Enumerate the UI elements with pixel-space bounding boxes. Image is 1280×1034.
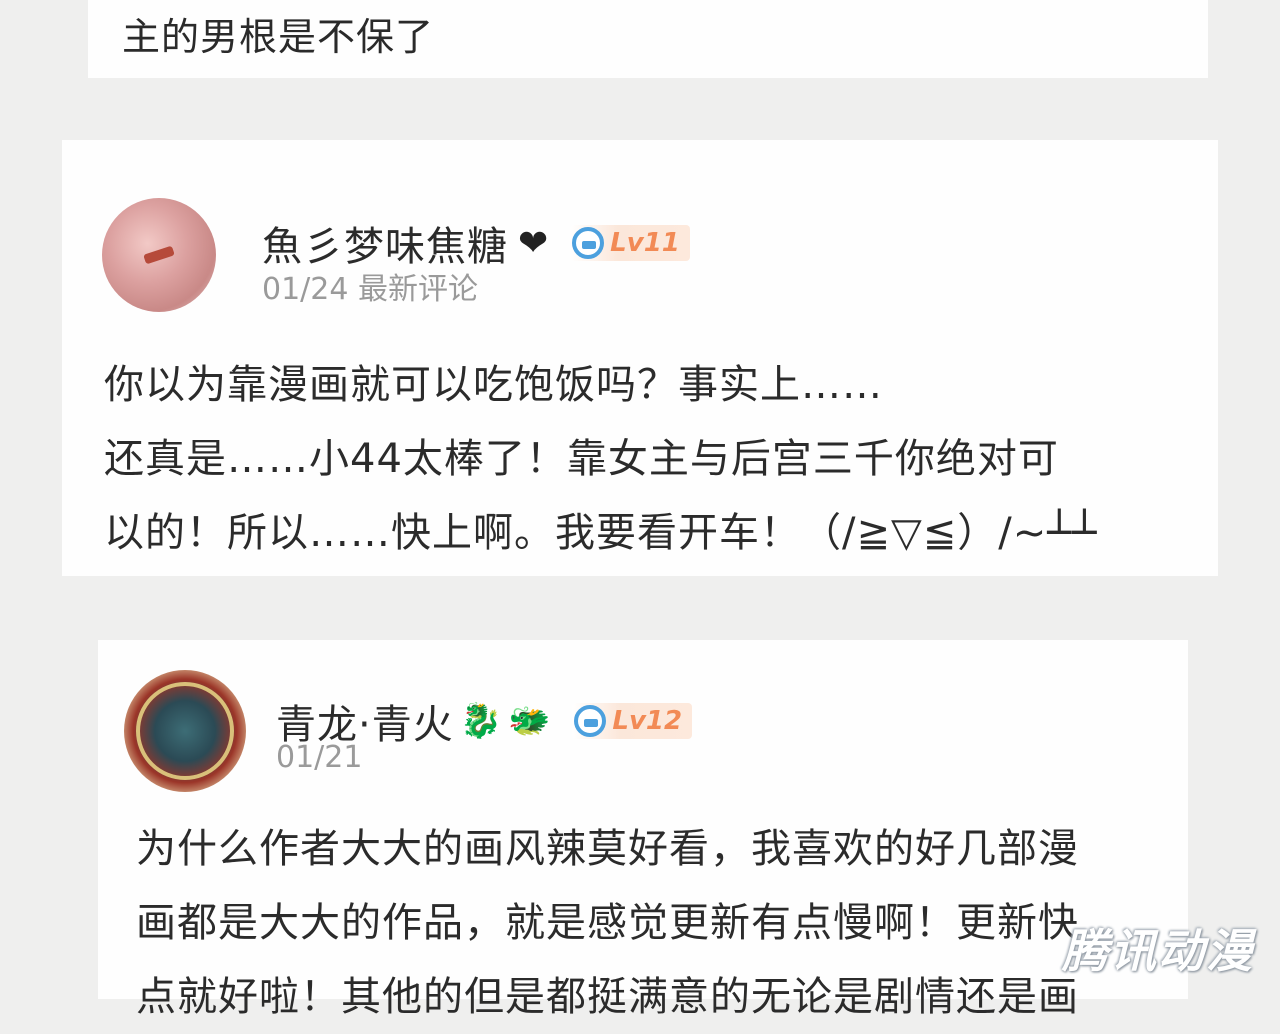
comment-line: 你以为靠漫画就可以吃饱饭吗？事实上…… [104, 362, 883, 408]
comment-body: 你以为靠漫画就可以吃饱饭吗？事实上…… 还真是……小44太棒了！靠女主与后宫三千… [104, 348, 1204, 570]
level-icon [572, 227, 605, 259]
comment-meta: 01/24 最新评论 [262, 272, 478, 307]
level-icon [574, 705, 607, 737]
dragon-face-icon: 🐲 [508, 701, 551, 741]
avatar[interactable] [102, 198, 216, 312]
avatar-frame [136, 682, 234, 780]
comment-line: 画都是大大的作品，就是感觉更新有点慢啊！更新快 [136, 900, 1079, 946]
level-text: Lv11 [610, 228, 680, 258]
comment-line: 为什么作者大大的画风辣莫好看，我喜欢的好几部漫 [136, 826, 1079, 872]
comment-line: 以的！所以……快上啊。我要看开车！（/≧▽≦）/~┴┴ [104, 510, 1098, 556]
comment-body: 为什么作者大大的画风辣莫好看，我喜欢的好几部漫 画都是大大的作品，就是感觉更新有… [136, 812, 1176, 1034]
avatar[interactable] [124, 670, 246, 792]
level-badge: Lv11 [570, 225, 690, 261]
heart-icon: ❤ [518, 222, 549, 264]
dragon-icon: 🐉 [459, 701, 503, 741]
watermark-logo: 腾讯动漫 [1062, 924, 1254, 978]
comment-meta: 01/21 [276, 740, 363, 775]
comment-card-partial: 主的男根是不保了 [88, 0, 1208, 78]
level-badge: Lv12 [572, 703, 693, 739]
comment-card[interactable]: 青龙·青火 🐉 🐲 Lv12 01/21 为什么作者大大的画风辣莫好看，我喜欢的… [98, 640, 1188, 1020]
level-text: Lv12 [612, 706, 683, 736]
comment-text: 主的男根是不保了 [122, 15, 435, 59]
comment-line: 点就好啦！其他的但是都挺满意的无论是剧情还是画 [136, 974, 1079, 1020]
comment-card[interactable]: 魚彡梦味焦糖 ❤ Lv11 01/24 最新评论 你以为靠漫画就可以吃饱饭吗？事… [62, 140, 1218, 576]
avatar-mark [143, 245, 175, 265]
comment-line: 还真是……小44太棒了！靠女主与后宫三千你绝对可 [104, 436, 1059, 482]
